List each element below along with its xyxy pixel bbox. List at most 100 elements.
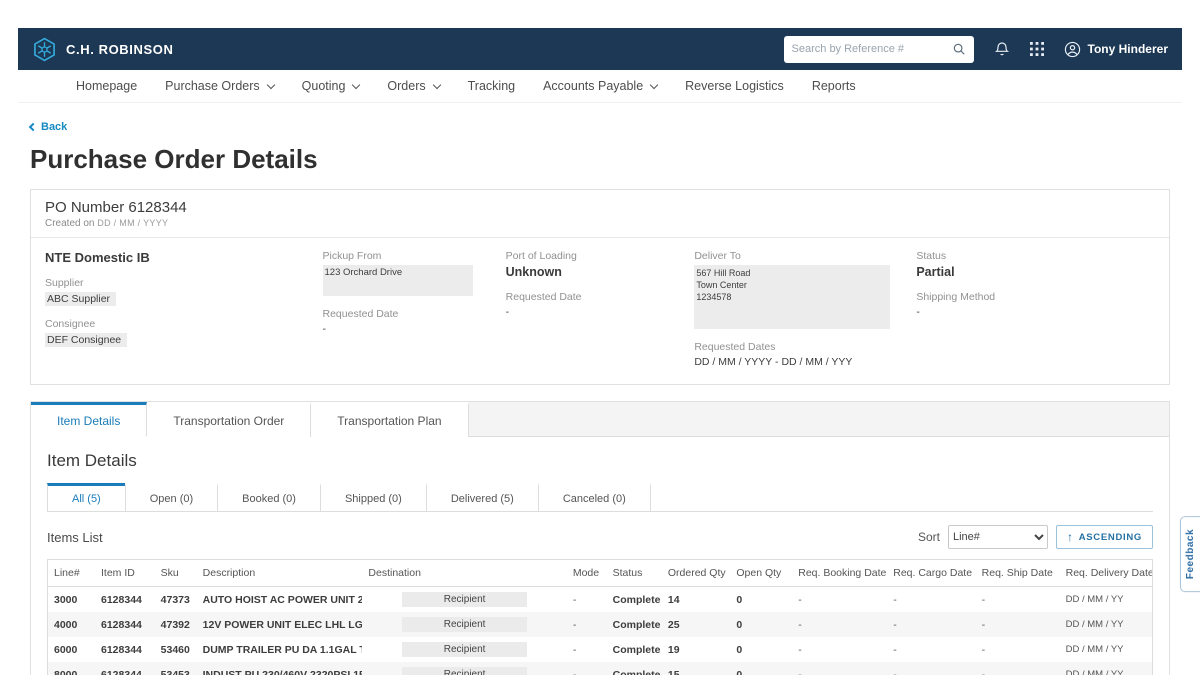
table-cell-line: 3000	[48, 587, 96, 613]
items-table: Line#Item IDSkuDescriptionDestinationMod…	[47, 559, 1153, 675]
po-col-port: Port of Loading Unknown Requested Date -	[506, 250, 695, 368]
nav-item-homepage[interactable]: Homepage	[76, 79, 137, 93]
created-on: Created on DD / MM / YYYY	[45, 218, 1155, 229]
port-of-loading-value: Unknown	[506, 265, 695, 279]
table-cell-open-qty: 0	[730, 662, 792, 675]
back-link[interactable]: Back	[30, 121, 67, 133]
table-cell-sku: 47373	[155, 587, 197, 613]
nav-item-label: Reverse Logistics	[685, 79, 784, 93]
column-header-req-cargo-date: Req. Cargo Date	[887, 560, 975, 587]
table-cell-req-cargo-date: -	[887, 637, 975, 662]
sort-direction-button[interactable]: ↑ ASCENDING	[1056, 525, 1153, 549]
filter-tab-all-5[interactable]: All (5)	[47, 483, 126, 511]
status-value: Partial	[916, 265, 1155, 279]
column-header-item-id: Item ID	[95, 560, 155, 587]
page-content: Back Purchase Order Details PO Number 61…	[18, 103, 1182, 675]
nav-item-label: Reports	[812, 79, 856, 93]
table-cell-status: Complete	[607, 587, 662, 613]
consignee-label: Consignee	[45, 318, 323, 330]
column-header-ordered-qty: Ordered Qty	[662, 560, 731, 587]
nav-item-tracking[interactable]: Tracking	[468, 79, 515, 93]
po-summary-card: PO Number 6128344 Created on DD / MM / Y…	[30, 189, 1170, 385]
shipping-method-label: Shipping Method	[916, 291, 1155, 303]
filter-tab-open-0[interactable]: Open (0)	[125, 483, 218, 511]
brand[interactable]: C.H. ROBINSON	[32, 37, 173, 62]
item-details-panel: Item Details All (5)Open (0)Booked (0)Sh…	[31, 437, 1169, 675]
table-cell-destination: Recipient	[362, 662, 566, 675]
nav-item-label: Orders	[387, 79, 425, 93]
nav-item-reverse-logistics[interactable]: Reverse Logistics	[685, 79, 784, 93]
table-cell-description: AUTO HOIST AC POWER UNIT 230V	[197, 587, 363, 613]
po-col-status: Status Partial Shipping Method -	[916, 250, 1155, 368]
destination-value: Recipient	[402, 667, 528, 675]
filter-tab-booked-0[interactable]: Booked (0)	[217, 483, 321, 511]
chevron-down-icon	[432, 80, 440, 88]
table-cell-line: 6000	[48, 637, 96, 662]
page-title: Purchase Order Details	[30, 144, 1170, 175]
pickup-from-value: 123 Orchard Drive	[323, 265, 473, 296]
table-cell-req-delivery-date: DD / MM / YY	[1060, 637, 1153, 662]
nav-item-purchase-orders[interactable]: Purchase Orders	[165, 79, 273, 93]
table-cell-sku: 53460	[155, 637, 197, 662]
sort-label: Sort	[918, 530, 940, 544]
column-header-mode: Mode	[567, 560, 607, 587]
detail-tabs-card: Item DetailsTransportation OrderTranspor…	[30, 401, 1170, 675]
tab-transportation-order[interactable]: Transportation Order	[147, 402, 311, 437]
table-cell-description: DUMP TRAILER PU DA 1.1GAL TANK	[197, 637, 363, 662]
arrow-up-icon: ↑	[1067, 530, 1074, 544]
table-cell-req-cargo-date: -	[887, 587, 975, 613]
table-cell-item-id: 6128344	[95, 587, 155, 613]
table-cell-req-ship-date: -	[976, 587, 1060, 613]
notifications-bell-icon[interactable]	[994, 41, 1010, 57]
filter-tab-shipped-0[interactable]: Shipped (0)	[320, 483, 427, 511]
po-number: PO Number 6128344	[45, 199, 1155, 216]
table-row[interactable]: 8000612834453453INDUST PU 230/460V 2320P…	[48, 662, 1153, 675]
feedback-button[interactable]: Feedback	[1180, 516, 1200, 592]
global-search[interactable]	[784, 36, 974, 63]
table-cell-mode: -	[567, 587, 607, 613]
pickup-requested-date-value: -	[323, 323, 506, 335]
created-on-value: DD / MM / YYYY	[97, 218, 168, 228]
tab-transportation-plan[interactable]: Transportation Plan	[311, 402, 468, 437]
table-cell-req-delivery-date: DD / MM / YY	[1060, 587, 1153, 613]
table-cell-req-booking-date: -	[792, 587, 887, 613]
back-label: Back	[41, 121, 67, 133]
search-input[interactable]	[792, 43, 952, 55]
user-menu[interactable]: Tony Hinderer	[1064, 41, 1168, 58]
nav-item-label: Homepage	[76, 79, 137, 93]
ascending-label: ASCENDING	[1079, 532, 1142, 543]
chevron-down-icon	[266, 80, 274, 88]
table-cell-line: 8000	[48, 662, 96, 675]
nav-item-label: Purchase Orders	[165, 79, 259, 93]
filter-tab-canceled-0[interactable]: Canceled (0)	[538, 483, 651, 511]
nav-item-accounts-payable[interactable]: Accounts Payable	[543, 79, 657, 93]
table-cell-item-id: 6128344	[95, 612, 155, 637]
table-cell-item-id: 6128344	[95, 637, 155, 662]
apps-grid-icon[interactable]	[1030, 42, 1044, 56]
table-row[interactable]: 400061283444739212V POWER UNIT ELEC LHL …	[48, 612, 1153, 637]
table-cell-item-id: 6128344	[95, 662, 155, 675]
filter-tab-delivered-5[interactable]: Delivered (5)	[426, 483, 539, 511]
table-cell-ordered-qty: 25	[662, 612, 731, 637]
items-toolbar: Items List Sort Line# ↑ ASCENDING	[47, 525, 1153, 549]
nav-item-reports[interactable]: Reports	[812, 79, 856, 93]
user-name: Tony Hinderer	[1088, 42, 1168, 56]
sort-select[interactable]: Line#	[948, 525, 1048, 549]
table-cell-req-delivery-date: DD / MM / YY	[1060, 662, 1153, 675]
user-avatar-icon	[1064, 41, 1081, 58]
nav-item-label: Accounts Payable	[543, 79, 643, 93]
search-icon[interactable]	[952, 42, 966, 56]
tab-item-details[interactable]: Item Details	[31, 402, 147, 437]
table-cell-req-booking-date: -	[792, 612, 887, 637]
table-cell-mode: -	[567, 612, 607, 637]
table-row[interactable]: 6000612834453460DUMP TRAILER PU DA 1.1GA…	[48, 637, 1153, 662]
filter-tabs: All (5)Open (0)Booked (0)Shipped (0)Deli…	[47, 483, 1153, 512]
nav-item-quoting[interactable]: Quoting	[302, 79, 360, 93]
nav-item-orders[interactable]: Orders	[387, 79, 439, 93]
table-cell-req-ship-date: -	[976, 662, 1060, 675]
consignee-value: DEF Consignee	[45, 333, 127, 347]
column-header-req-delivery-date: Req. Delivery Date	[1060, 560, 1153, 587]
deliver-to-value: 567 Hill RoadTown Center1234578	[694, 265, 889, 329]
table-row[interactable]: 3000612834447373AUTO HOIST AC POWER UNIT…	[48, 587, 1153, 613]
table-cell-req-booking-date: -	[792, 637, 887, 662]
